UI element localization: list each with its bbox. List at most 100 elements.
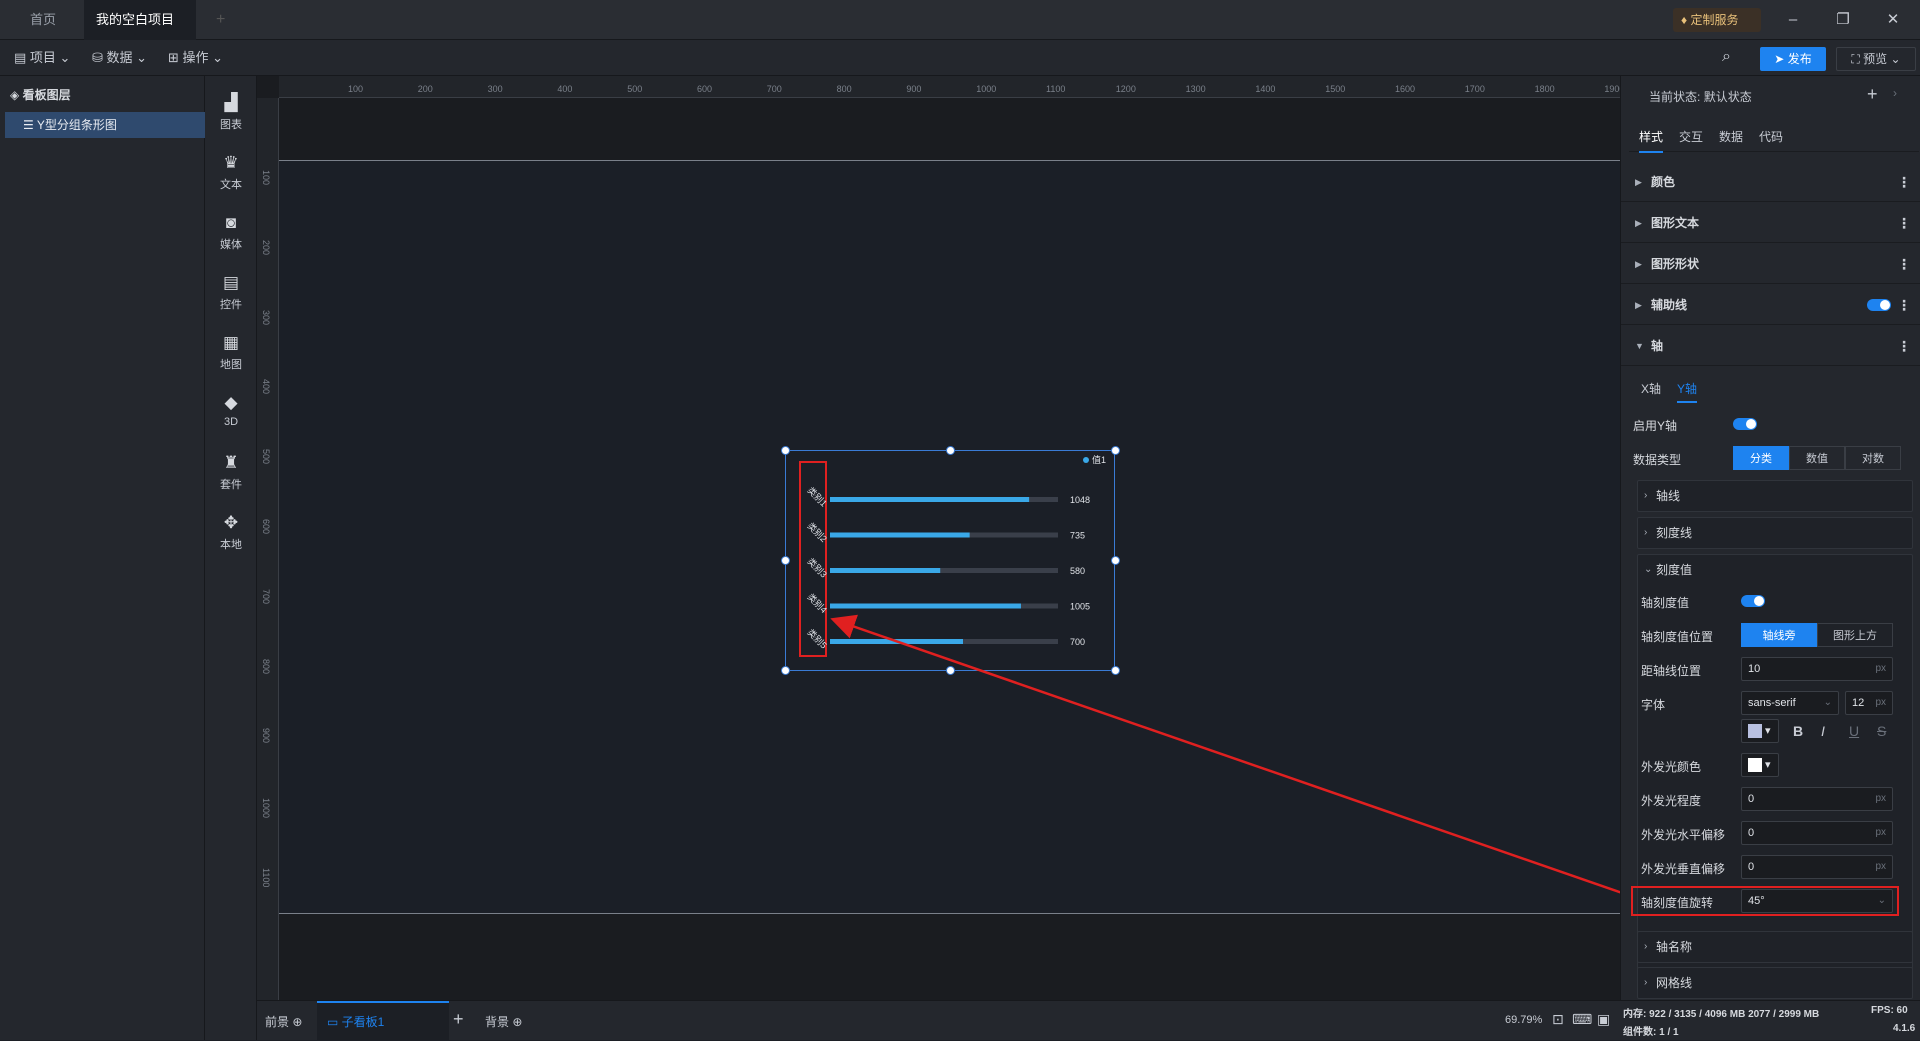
glow-level-input[interactable]: 0 px <box>1741 787 1893 811</box>
guideline-toggle[interactable] <box>1867 299 1891 311</box>
enable-y-toggle[interactable] <box>1733 418 1757 430</box>
tick-pos-beside[interactable]: 轴线旁 <box>1741 623 1817 647</box>
tool-chart[interactable]: ▟ 图表 <box>205 86 257 138</box>
selected-chart[interactable]: 值1 1048 类别1 735 类别2 580 类别3 1005 类别4 700 类别5 <box>785 450 1115 671</box>
tool-widget[interactable]: ▤ 控件 <box>205 266 257 318</box>
search-icon[interactable]: ⌕ <box>1722 48 1731 66</box>
resize-handle[interactable] <box>781 446 790 455</box>
category-label: 类别3 <box>805 555 829 579</box>
menu-project[interactable]: ▤ 项目 ⌄ <box>14 48 70 68</box>
add-state-icon[interactable]: + <box>1867 84 1878 105</box>
ruler-tick-label: 1000 <box>976 84 997 94</box>
section-axis[interactable]: ▼ 轴 ⋮ <box>1621 326 1920 366</box>
glow-h-input[interactable]: 0 px <box>1741 821 1893 845</box>
data-type-log[interactable]: 对数 <box>1845 446 1901 470</box>
chevron-right-icon[interactable]: › <box>1893 86 1897 100</box>
menu-ops[interactable]: ⊞ 操作 ⌄ <box>168 48 223 68</box>
tool-kit[interactable]: ♜ 套件 <box>205 446 257 498</box>
custom-service-button[interactable]: ♦ 定制服务 <box>1673 8 1761 32</box>
dist-input[interactable]: 10 px <box>1741 657 1893 681</box>
monitor-icon: ▭ <box>327 1015 342 1029</box>
resize-handle[interactable] <box>1111 666 1120 675</box>
tab-code[interactable]: 代码 <box>1759 128 1783 145</box>
section-title: 轴 <box>1651 339 1664 353</box>
resize-handle[interactable] <box>946 446 955 455</box>
glow-level-value: 0 <box>1748 793 1755 805</box>
section-color[interactable]: ▶ 颜色 ⋮ <box>1621 162 1920 202</box>
layer-item[interactable]: ☰ Y型分组条形图 <box>5 112 205 138</box>
close-icon[interactable]: ✕ <box>1883 10 1903 30</box>
font-size-input[interactable]: 12 px <box>1845 691 1893 715</box>
restore-icon[interactable]: ❐ <box>1833 10 1853 30</box>
caret-right-icon: ▶ <box>1635 259 1642 269</box>
more-icon[interactable]: ⋮ <box>1897 326 1911 366</box>
sub-axis-name[interactable]: › 轴名称 <box>1637 931 1913 963</box>
tab-y-axis[interactable]: Y轴 <box>1677 380 1698 403</box>
section-guideline[interactable]: ▶ 辅助线 ⋮ <box>1621 285 1920 325</box>
glow-color-picker[interactable]: ▾ <box>1741 753 1779 777</box>
tool-map[interactable]: ▦ 地图 <box>205 326 257 378</box>
font-family-select[interactable]: sans-serif ⌄ <box>1741 691 1839 715</box>
tick-pos-above[interactable]: 图形上方 <box>1817 623 1893 647</box>
sub-axis-line[interactable]: › 轴线 <box>1637 480 1913 512</box>
section-shape-text[interactable]: ▶ 图形文本 ⋮ <box>1621 203 1920 243</box>
tab-data[interactable]: 数据 <box>1719 128 1743 145</box>
layers-title: 看板图层 <box>22 88 71 102</box>
tab-interaction[interactable]: 交互 <box>1679 128 1703 145</box>
sub-grid-line[interactable]: › 网格线 <box>1637 967 1913 999</box>
tab-x-axis[interactable]: X轴 <box>1641 380 1661 397</box>
tool-label: 地图 <box>220 359 242 371</box>
data-type-category[interactable]: 分类 <box>1733 446 1789 470</box>
terminal-icon[interactable]: ▣ <box>1597 1011 1610 1028</box>
tab-style[interactable]: 样式 <box>1639 128 1664 153</box>
add-circle-icon[interactable]: ⊕ <box>292 1015 302 1029</box>
subboard-tab[interactable]: ▭ 子看板1 <box>317 1001 449 1041</box>
publish-label: 发布 <box>1787 52 1812 66</box>
caret-right-icon: › <box>1644 527 1648 538</box>
more-icon[interactable]: ⋮ <box>1897 244 1911 284</box>
add-subboard-icon[interactable]: + <box>453 1009 464 1030</box>
front-layer-tab[interactable]: 前景 ⊕ <box>265 1013 302 1030</box>
tool-media[interactable]: ◙ 媒体 <box>205 206 257 258</box>
section-shape[interactable]: ▶ 图形形状 ⋮ <box>1621 244 1920 284</box>
tab-project[interactable]: 我的空白项目 <box>84 0 196 65</box>
data-type-value[interactable]: 数值 <box>1789 446 1845 470</box>
tool-text[interactable]: ♛ 文本 <box>205 146 257 198</box>
tab-home[interactable]: 首页 <box>18 0 68 40</box>
ruler-tick-label: 200 <box>261 239 271 255</box>
back-layer-tab[interactable]: 背景 ⊕ <box>485 1013 522 1030</box>
minimize-icon[interactable]: – <box>1783 10 1803 30</box>
tool-local[interactable]: ✥ 本地 <box>205 506 257 558</box>
caret-down-icon: ▼ <box>1635 341 1644 351</box>
more-icon[interactable]: ⋮ <box>1897 203 1911 243</box>
resize-handle[interactable] <box>781 666 790 675</box>
keyboard-icon[interactable]: ⌨ <box>1572 1011 1592 1028</box>
bold-icon[interactable]: B <box>1793 723 1803 739</box>
tick-value-toggle[interactable] <box>1741 595 1765 607</box>
add-circle-icon[interactable]: ⊕ <box>512 1015 522 1029</box>
more-icon[interactable]: ⋮ <box>1897 162 1911 202</box>
more-icon[interactable]: ⋮ <box>1897 285 1911 325</box>
sub-tick-line[interactable]: › 刻度线 <box>1637 517 1913 549</box>
strikethrough-icon[interactable]: S <box>1877 723 1886 739</box>
fit-icon[interactable]: ⊡ <box>1552 1011 1564 1028</box>
zoom-level[interactable]: 69.79% <box>1505 1014 1542 1026</box>
tool-3d[interactable]: ◆ 3D <box>205 386 257 438</box>
resize-handle[interactable] <box>946 666 955 675</box>
preview-button[interactable]: ⛶ 预览 ⌄ <box>1836 47 1916 71</box>
menu-data[interactable]: ⛁ 数据 ⌄ <box>92 48 147 68</box>
font-label: 字体 <box>1641 698 1666 712</box>
rotate-select[interactable]: 45° ⌄ <box>1741 889 1893 913</box>
resize-handle[interactable] <box>1111 556 1120 565</box>
new-tab-button[interactable]: + <box>204 0 237 40</box>
resize-handle[interactable] <box>781 556 790 565</box>
ruler-tick-label: 700 <box>261 588 271 604</box>
resize-handle[interactable] <box>1111 446 1120 455</box>
underline-icon[interactable]: U <box>1849 723 1859 739</box>
ruler-tick-label: 1300 <box>1185 84 1206 94</box>
italic-icon[interactable]: I <box>1821 723 1825 739</box>
font-color-picker[interactable]: ▾ <box>1741 719 1779 743</box>
glow-v-input[interactable]: 0 px <box>1741 855 1893 879</box>
ruler-left: 100 200 300 400 500 600 700 800 900 1000 1100 <box>257 98 279 1000</box>
publish-button[interactable]: ➤ 发布 <box>1760 47 1826 71</box>
